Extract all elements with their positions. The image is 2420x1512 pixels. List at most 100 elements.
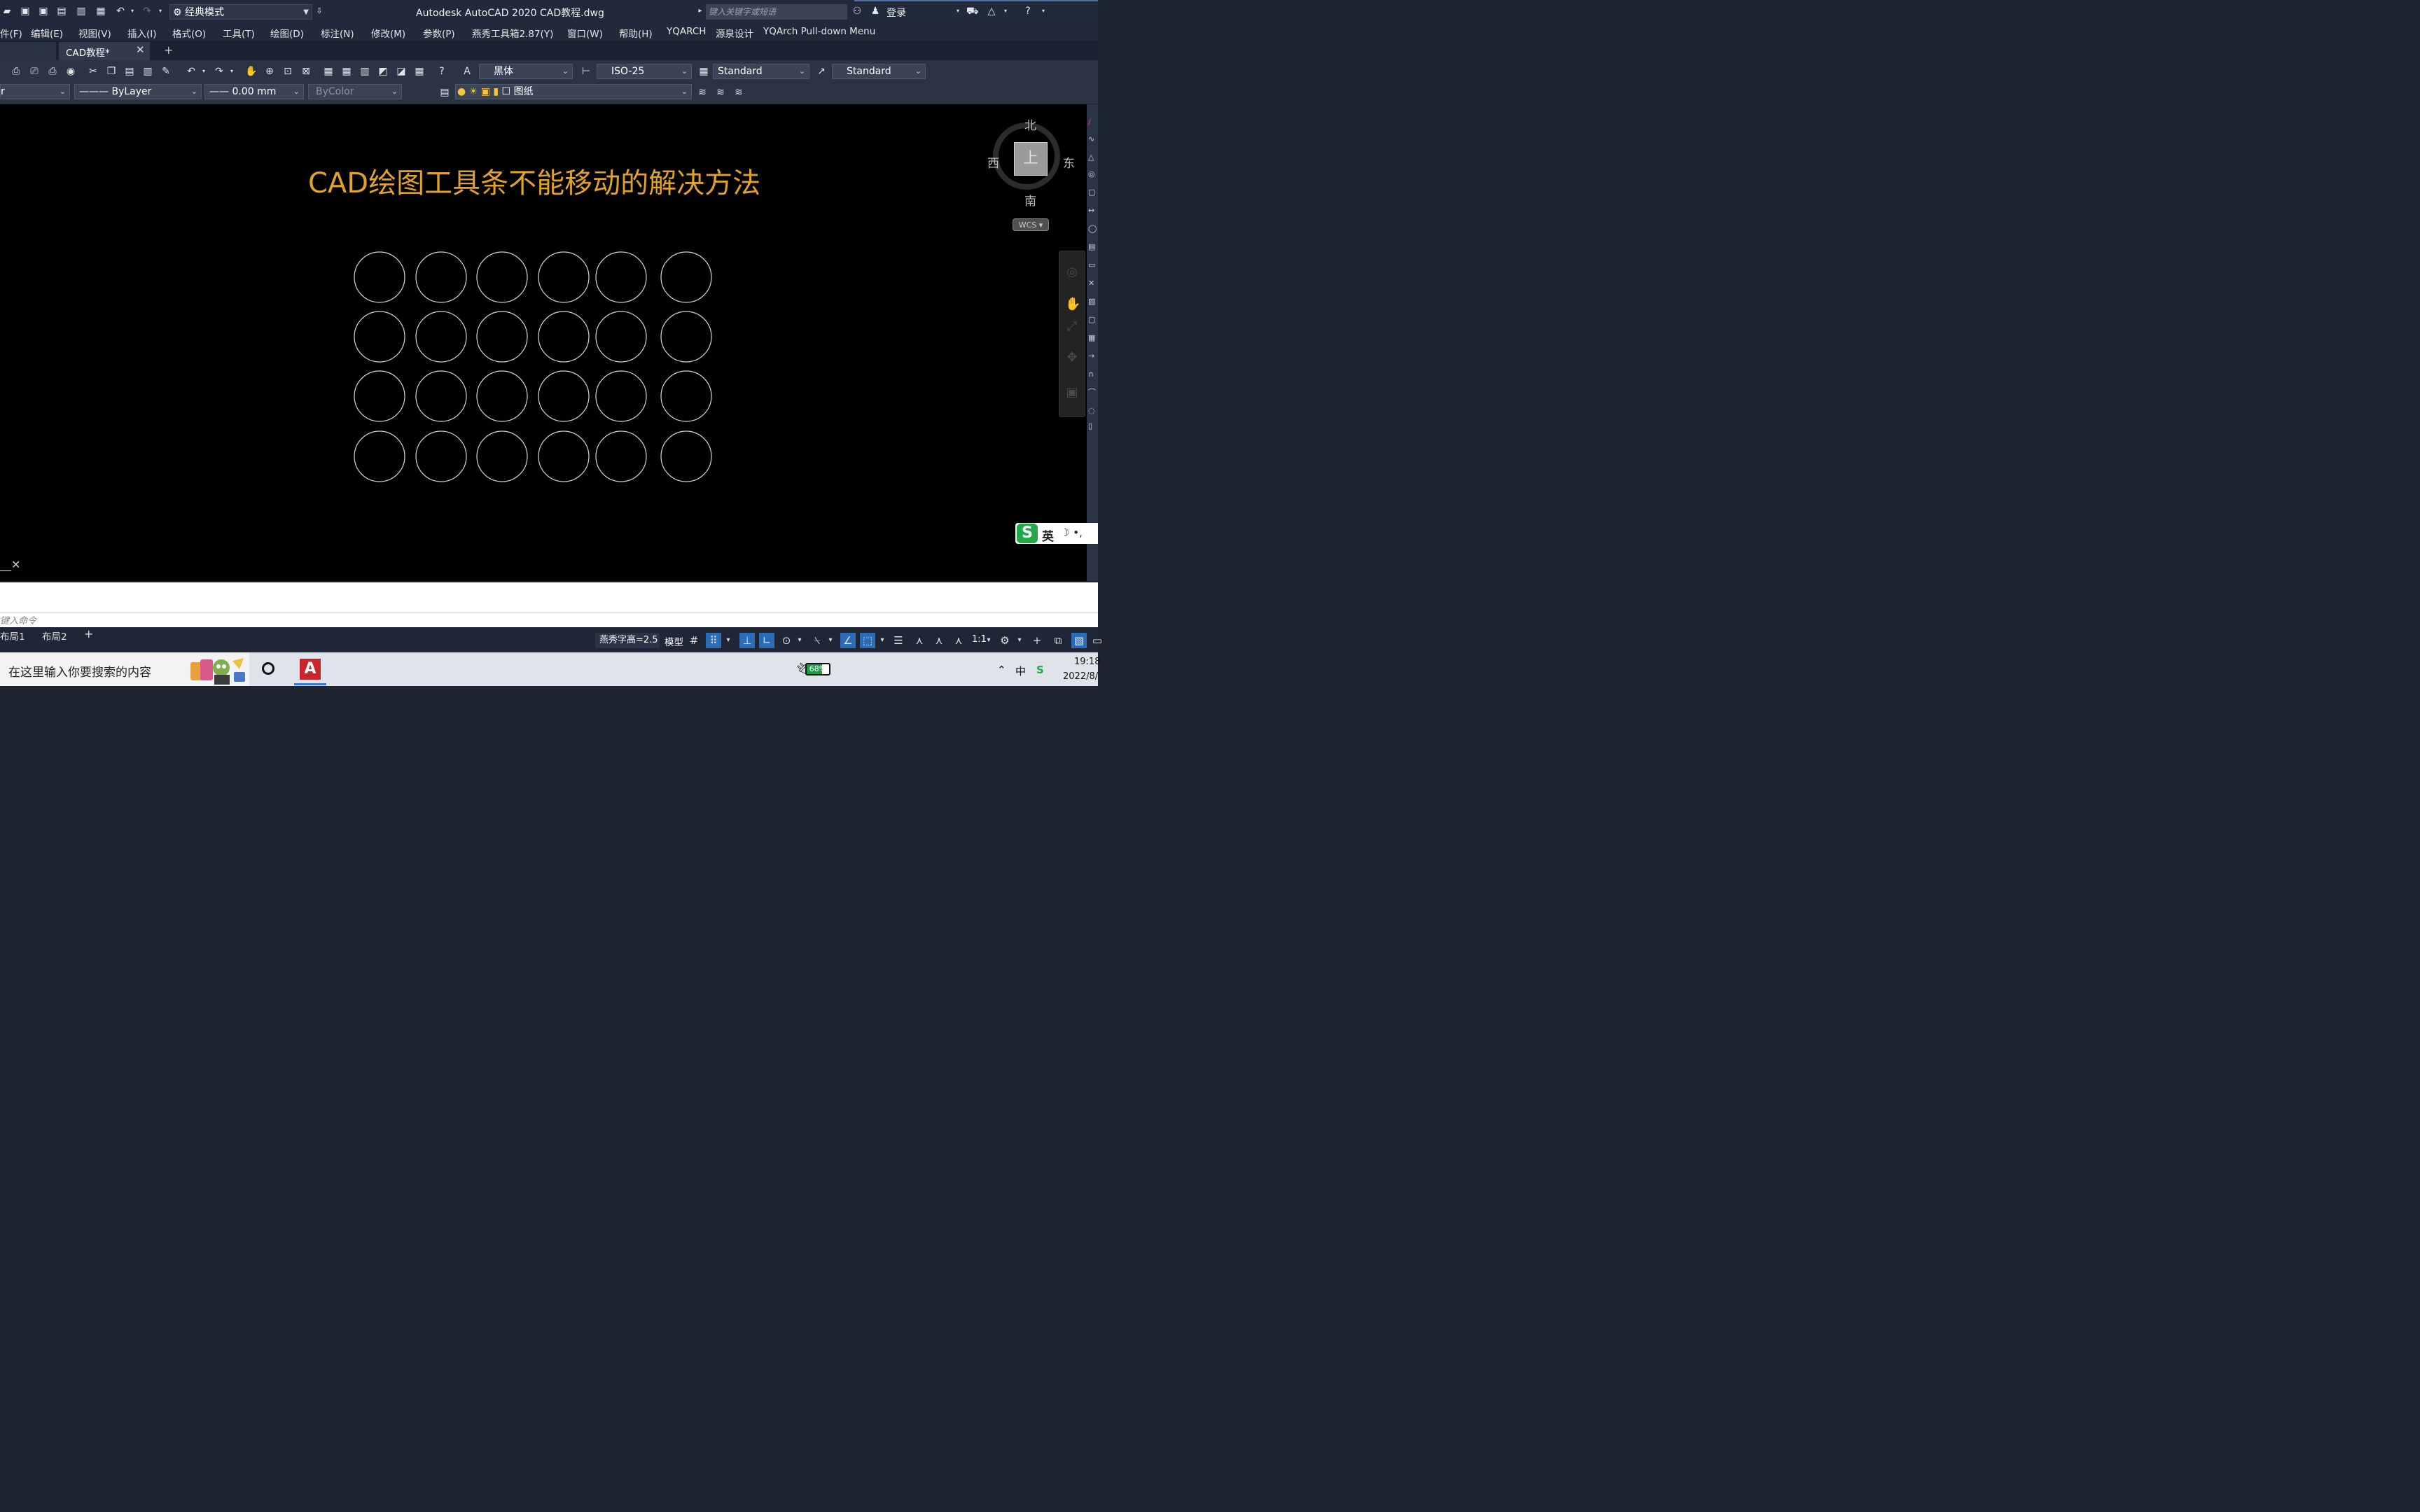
- add-layout-icon[interactable]: +: [84, 627, 93, 640]
- text-style-select[interactable]: 黑体 ⌄: [479, 64, 573, 79]
- add-tab-icon[interactable]: +: [164, 43, 173, 57]
- undo-icon[interactable]: ↶: [185, 65, 197, 78]
- compass-west[interactable]: 西: [987, 153, 999, 171]
- menu-yanxiu-toolbox[interactable]: 燕秀工具箱2.87(Y): [472, 26, 553, 40]
- layer-select[interactable]: ● ☀ ▣ ▮ ☐ 图纸 ⌄: [455, 84, 692, 99]
- dim-style-icon[interactable]: ⊢: [580, 65, 592, 78]
- zoom-window-icon[interactable]: ⊡: [281, 65, 294, 78]
- layer-properties-icon[interactable]: ▤: [438, 86, 451, 99]
- color-select[interactable]: r ⌄: [0, 84, 70, 99]
- menu-edit[interactable]: 编辑(E): [31, 26, 63, 40]
- make-block-icon[interactable]: ▭: [1088, 261, 1097, 270]
- menu-file[interactable]: 件(F): [0, 26, 22, 40]
- copy-icon[interactable]: ❐: [105, 65, 118, 78]
- units-icon[interactable]: ⧉: [1050, 633, 1066, 648]
- spline-icon[interactable]: ∩: [1088, 370, 1097, 379]
- menu-draw[interactable]: 绘图(D): [270, 26, 304, 40]
- region-icon[interactable]: ▢: [1088, 316, 1097, 324]
- circle-shape[interactable]: [595, 311, 647, 363]
- redo-icon[interactable]: ↷: [141, 6, 153, 17]
- zoom-icon[interactable]: ⤢: [1065, 320, 1079, 334]
- help-icon[interactable]: ?: [436, 65, 448, 78]
- multileader-style-select[interactable]: Standard ⌄: [832, 64, 926, 79]
- circle-shape[interactable]: [476, 251, 528, 303]
- make-current-layer-icon[interactable]: ≋: [696, 86, 709, 99]
- markup-icon[interactable]: ◪: [395, 65, 408, 78]
- tool-palettes-icon[interactable]: ▥: [359, 65, 371, 78]
- layer-states-icon[interactable]: ≋: [732, 86, 745, 99]
- qa-menu-icon[interactable]: ⇩: [314, 6, 325, 17]
- lock-icon[interactable]: ▯: [1088, 422, 1097, 430]
- save-as-icon[interactable]: ▣: [38, 6, 49, 17]
- point-icon[interactable]: ✕: [1088, 279, 1097, 288]
- menu-window[interactable]: 窗口(W): [567, 26, 603, 40]
- lineweight-icon[interactable]: ☰: [891, 633, 906, 648]
- construction-line-icon[interactable]: ∿: [1088, 135, 1097, 144]
- circle-shape[interactable]: [476, 311, 528, 363]
- orbit-icon[interactable]: ✥: [1065, 351, 1079, 365]
- text-style-icon[interactable]: A: [461, 65, 473, 78]
- workspace-select[interactable]: ⚙ 经典模式 ▼: [169, 4, 312, 20]
- table-style-select[interactable]: Standard ⌄: [713, 64, 809, 79]
- undo-dropdown-icon[interactable]: ▾: [129, 6, 136, 17]
- login-button[interactable]: 登录: [886, 6, 906, 20]
- object-snap-tracking-icon[interactable]: ∠: [840, 633, 856, 648]
- revcloud-icon[interactable]: ⌒: [1088, 388, 1097, 397]
- layer-previous-icon[interactable]: ≋: [714, 86, 727, 99]
- menu-parameters[interactable]: 参数(P): [423, 26, 455, 40]
- menu-help[interactable]: 帮助(H): [619, 26, 653, 40]
- block-editor-icon[interactable]: ✎: [160, 65, 172, 78]
- help-search-input[interactable]: 键入关键字或短语: [706, 4, 847, 20]
- arc-icon[interactable]: ↔: [1088, 206, 1097, 215]
- circle-shape[interactable]: [660, 370, 712, 422]
- ortho-icon[interactable]: ∟: [759, 633, 774, 648]
- compass-north[interactable]: 北: [1024, 115, 1036, 133]
- ime-tray-indicator[interactable]: 中: [1015, 664, 1026, 678]
- circle-shape[interactable]: [476, 430, 528, 482]
- compass-east[interactable]: 东: [1063, 153, 1075, 171]
- circle-icon[interactable]: ◎: [1088, 170, 1097, 178]
- circle-shape[interactable]: [415, 370, 467, 422]
- circle-shape[interactable]: [538, 370, 590, 422]
- menu-yqarch[interactable]: YQARCH: [667, 26, 706, 37]
- redo-dropdown-icon[interactable]: ▾: [228, 65, 235, 78]
- linetype-select[interactable]: ——— ByLayer ⌄: [74, 84, 202, 99]
- circle-shape[interactable]: [354, 370, 405, 422]
- steering-wheel-icon[interactable]: ◎: [1065, 265, 1079, 279]
- circle-shape[interactable]: [538, 311, 590, 363]
- hardware-acceleration-icon[interactable]: ▧: [1071, 633, 1087, 648]
- a360-dropdown-icon[interactable]: ▾: [1000, 6, 1011, 17]
- table-style-icon[interactable]: ▦: [697, 65, 710, 78]
- login-dropdown-icon[interactable]: ▾: [952, 6, 964, 17]
- calculator-icon[interactable]: ▦: [413, 65, 426, 78]
- model-space-button[interactable]: 模型: [665, 634, 683, 648]
- clock-date[interactable]: 2022/8/: [1063, 671, 1098, 682]
- undo-dropdown-icon[interactable]: ▾: [200, 65, 207, 78]
- help-icon[interactable]: ?: [1022, 6, 1034, 17]
- command-input[interactable]: [0, 612, 1098, 627]
- circle-shape[interactable]: [660, 430, 712, 482]
- sogou-logo-icon[interactable]: S: [1017, 524, 1038, 543]
- tab-layout2[interactable]: 布局2: [42, 629, 67, 643]
- viewcube-top-face[interactable]: 上: [1014, 142, 1048, 176]
- ellipse-icon[interactable]: ◯: [1088, 225, 1097, 233]
- isodraft-icon[interactable]: ⍀: [809, 633, 825, 648]
- osnap-dropdown-icon[interactable]: ▾: [877, 633, 888, 648]
- help-dropdown-icon[interactable]: ▾: [1038, 6, 1049, 17]
- tab-start[interactable]: [0, 42, 56, 60]
- paste-icon[interactable]: ▤: [123, 65, 136, 78]
- annotation-scale-icon[interactable]: ⋏: [951, 633, 966, 648]
- cortana-icon[interactable]: [262, 662, 274, 675]
- ime-mode-icons[interactable]: ☽ •,: [1060, 526, 1083, 539]
- tab-layout1[interactable]: 布局1: [0, 629, 25, 643]
- circle-shape[interactable]: [476, 370, 528, 422]
- autocad-taskbar-icon[interactable]: A: [300, 659, 321, 680]
- cut-icon[interactable]: ✂: [87, 65, 99, 78]
- clock-time[interactable]: 19:18: [1074, 657, 1100, 667]
- save-icon[interactable]: ▣: [20, 6, 31, 17]
- circle-shape[interactable]: [660, 311, 712, 363]
- annotation-visibility-icon[interactable]: ⋏: [912, 633, 927, 648]
- isodraft-dropdown-icon[interactable]: ▾: [825, 633, 836, 648]
- close-icon[interactable]: ✕: [136, 43, 145, 56]
- menu-tools[interactable]: 工具(T): [223, 26, 255, 40]
